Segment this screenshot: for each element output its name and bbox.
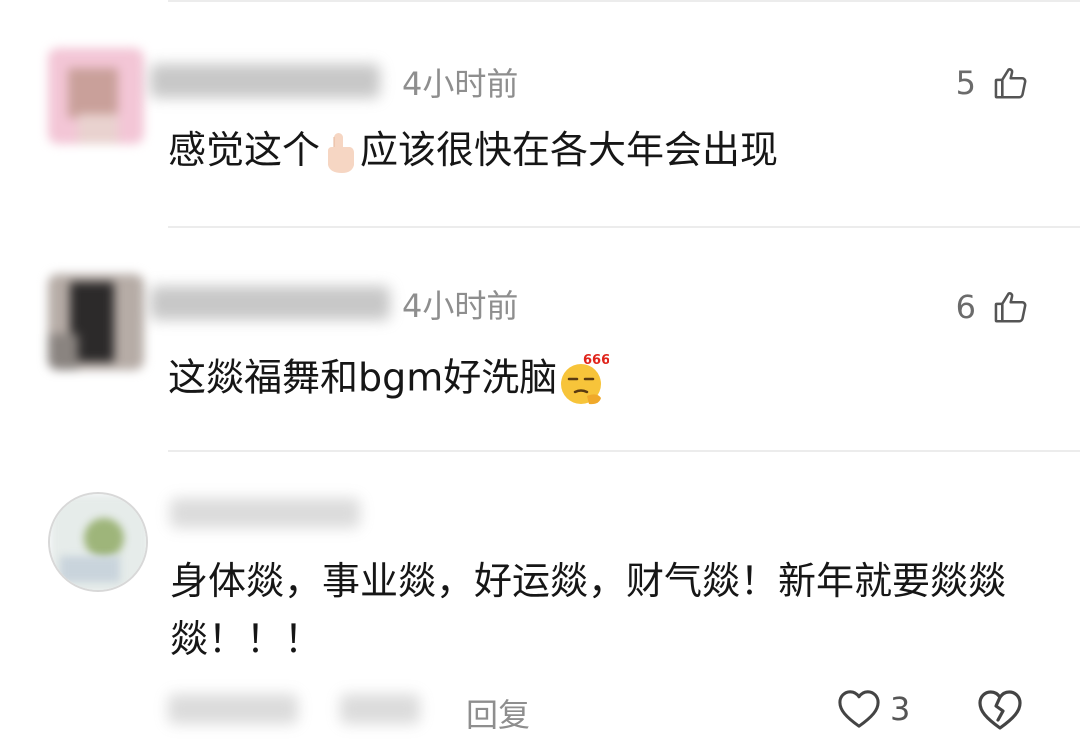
like-button[interactable]: 6 [956, 288, 1030, 326]
comment-divider [168, 226, 1080, 228]
comment-text: 这燚福舞和bgm好洗脑 666 [168, 352, 609, 408]
666-thinking-emoji-icon: 666 [561, 353, 609, 405]
reply-button[interactable]: 回复 [466, 690, 530, 736]
comment-divider [168, 450, 1080, 452]
like-count: 5 [955, 64, 976, 102]
comment-text: 感觉这个 应该很快在各大年会出现 [168, 128, 778, 175]
like-count: 3 [890, 690, 911, 728]
like-button[interactable]: 3 [836, 688, 910, 730]
username-blurred[interactable] [170, 498, 360, 528]
like-button[interactable]: 5 [956, 64, 1030, 102]
heart-icon [838, 690, 880, 728]
comment-text: 身体燚，事业燚，好运燚，财气燚！新年就要燚燚燚！！！ [170, 559, 1007, 661]
broken-heart-icon[interactable] [976, 688, 1024, 732]
thumb-up-icon [994, 68, 1027, 99]
svg-text:666: 666 [583, 353, 609, 368]
comment-time: 4小时前 [402, 65, 519, 103]
pointing-finger-icon [328, 132, 355, 173]
thumb-up-icon [994, 292, 1027, 323]
like-count: 6 [955, 288, 976, 326]
meta-blurred [168, 694, 298, 724]
avatar[interactable] [48, 48, 144, 144]
meta-blurred [340, 694, 420, 724]
username-blurred[interactable] [150, 64, 380, 98]
avatar[interactable] [48, 492, 148, 592]
top-divider [168, 0, 1080, 2]
username-blurred[interactable] [150, 286, 390, 320]
avatar[interactable] [48, 274, 144, 370]
comment-time: 4小时前 [402, 287, 519, 325]
